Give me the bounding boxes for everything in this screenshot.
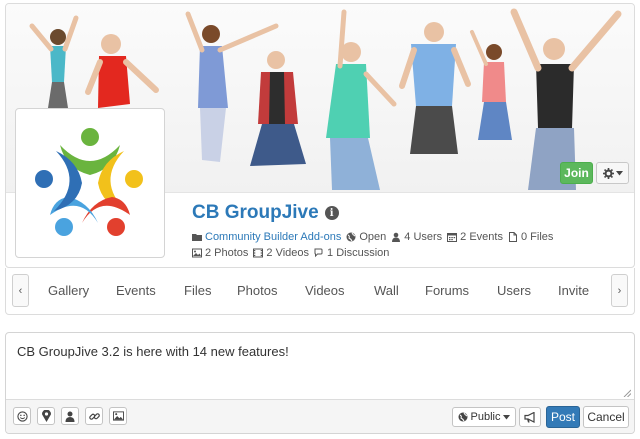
globe-icon bbox=[458, 412, 468, 422]
gear-icon bbox=[602, 167, 614, 179]
announcement-button[interactable] bbox=[519, 407, 541, 427]
caret-down-icon bbox=[503, 414, 511, 419]
photos-meta: 2 Photos bbox=[192, 247, 248, 259]
cancel-button[interactable]: Cancel bbox=[583, 406, 629, 428]
map-marker-icon bbox=[41, 410, 51, 422]
tab-gallery[interactable]: Gallery bbox=[48, 283, 89, 298]
tab-forums[interactable]: Forums bbox=[425, 283, 469, 298]
film-icon bbox=[253, 248, 264, 258]
access-label: Open bbox=[359, 231, 387, 243]
link-button[interactable] bbox=[85, 407, 103, 425]
category-meta: Community Builder Add-ons bbox=[192, 231, 341, 243]
calendar-icon bbox=[447, 233, 458, 242]
smile-icon bbox=[16, 410, 28, 422]
group-name[interactable]: CB GroupJive bbox=[192, 202, 319, 224]
events-meta: 2 Events bbox=[447, 231, 503, 243]
tab-users[interactable]: Users bbox=[497, 283, 531, 298]
post-textarea[interactable]: CB GroupJive 3.2 is here with 14 new fea… bbox=[17, 344, 289, 359]
users-meta: 4 Users bbox=[391, 231, 442, 243]
comments-icon bbox=[314, 248, 323, 258]
photo-icon bbox=[192, 248, 202, 258]
folder-icon bbox=[192, 234, 202, 241]
access-meta: Open bbox=[346, 231, 386, 243]
bullhorn-icon bbox=[524, 411, 535, 423]
attach-photo-button[interactable] bbox=[109, 407, 127, 425]
group-meta-row-2: 2 Photos 2 Videos 1 Discussion bbox=[192, 247, 394, 259]
tabs-scroll-left-button[interactable]: ‹ bbox=[12, 274, 29, 307]
discussions-count: 1 Discussion bbox=[327, 247, 390, 259]
group-meta-row-1: Community Builder Add-ons Open 4 Users 2… bbox=[192, 231, 558, 243]
tab-invite[interactable]: Invite bbox=[558, 283, 589, 298]
post-composer: CB GroupJive 3.2 is here with 14 new fea… bbox=[5, 332, 635, 434]
tab-photos[interactable]: Photos bbox=[237, 283, 277, 298]
files-meta: 0 Files bbox=[508, 231, 553, 243]
resize-grip-icon[interactable] bbox=[623, 389, 631, 397]
link-icon bbox=[88, 412, 100, 420]
composer-toolbar: Public Post Cancel bbox=[6, 399, 634, 433]
discussions-meta: 1 Discussion bbox=[314, 247, 389, 259]
join-button[interactable]: Join bbox=[560, 162, 593, 184]
globe-icon bbox=[346, 232, 356, 242]
files-count: 0 Files bbox=[520, 231, 554, 243]
privacy-label: Public bbox=[470, 411, 501, 423]
photos-count: 2 Photos bbox=[205, 247, 249, 259]
tab-files[interactable]: Files bbox=[184, 283, 211, 298]
user-icon bbox=[65, 411, 75, 422]
emoji-button[interactable] bbox=[13, 407, 31, 425]
file-icon bbox=[508, 232, 517, 242]
tag-user-button[interactable] bbox=[61, 407, 79, 425]
post-button[interactable]: Post bbox=[546, 406, 580, 428]
groupjive-logo-icon bbox=[35, 128, 143, 236]
tab-videos[interactable]: Videos bbox=[305, 283, 345, 298]
users-count: 4 Users bbox=[404, 231, 443, 243]
group-tabs-nav: ‹ Gallery Events Files Photos Videos Wal… bbox=[5, 268, 635, 315]
group-title: CB GroupJive i bbox=[192, 202, 339, 224]
videos-meta: 2 Videos bbox=[253, 247, 309, 259]
group-header: Join CB GroupJive i Community Builder Ad… bbox=[5, 3, 635, 268]
events-count: 2 Events bbox=[460, 231, 503, 243]
privacy-select[interactable]: Public bbox=[452, 407, 516, 427]
info-icon[interactable]: i bbox=[324, 206, 339, 220]
user-icon bbox=[392, 232, 401, 242]
group-settings-button[interactable] bbox=[596, 162, 629, 184]
picture-icon bbox=[112, 411, 124, 421]
caret-down-icon bbox=[615, 170, 623, 175]
tab-events[interactable]: Events bbox=[116, 283, 156, 298]
location-button[interactable] bbox=[37, 407, 55, 425]
tabs-list: Gallery Events Files Photos Videos Wall … bbox=[32, 268, 608, 314]
videos-count: 2 Videos bbox=[266, 247, 310, 259]
category-link[interactable]: Community Builder Add-ons bbox=[205, 231, 341, 243]
tabs-scroll-right-button[interactable]: › bbox=[611, 274, 628, 307]
group-logo[interactable] bbox=[15, 108, 165, 258]
tab-wall[interactable]: Wall bbox=[374, 283, 399, 298]
